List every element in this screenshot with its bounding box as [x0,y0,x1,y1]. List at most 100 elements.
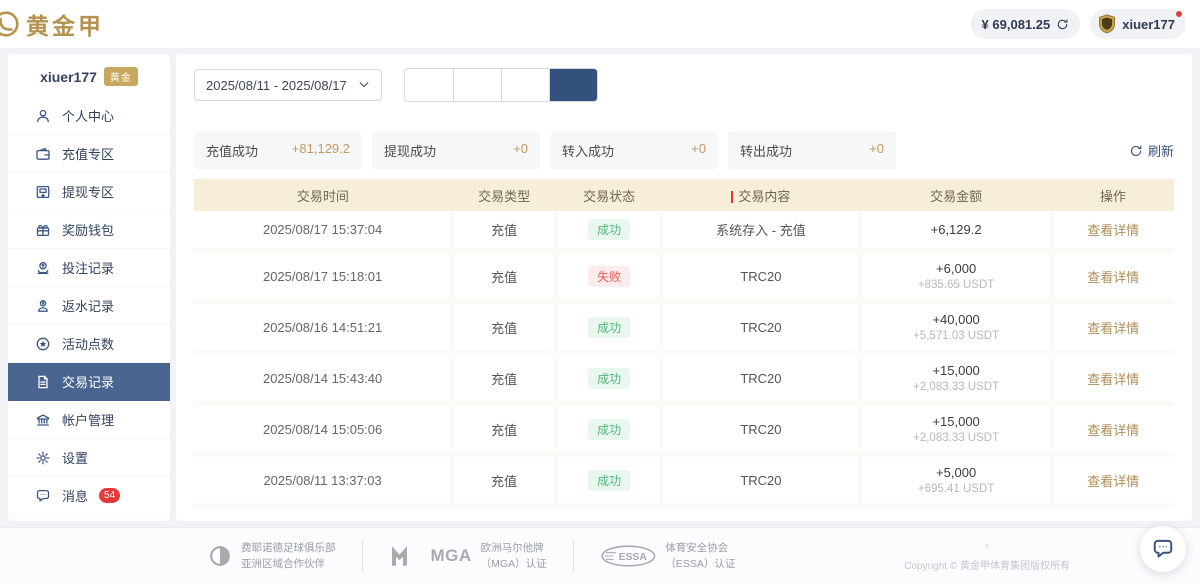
amount-usdt: +5,571.03 USDT [865,330,1048,342]
cell-time: 2025/08/16 14:51:21 [194,302,452,353]
chevron-down-icon [358,79,370,91]
cell-status: 成功 [557,353,662,404]
live-chat-button[interactable] [1140,526,1186,572]
cell-action: 查看详情 [1052,455,1174,506]
cursor-artifact [731,191,733,203]
sidebar-item-icon [35,260,51,276]
amount-usdt: +835.65 USDT [865,279,1048,291]
balance-refresh-icon[interactable] [1056,18,1069,31]
notification-dot [1176,11,1182,17]
stat-label: 提现成功 [384,141,436,160]
sidebar-item-gift[interactable]: 奖励钱包 [8,211,170,249]
sidebar-item-icon [35,184,51,200]
view-details-link[interactable]: 查看详情 [1087,372,1139,387]
stat-label: 转入成功 [562,141,614,160]
amount-main: +15,000 [865,414,1048,429]
cell-time: 2025/08/14 15:05:06 [194,404,452,455]
user-menu[interactable]: xiuer177 [1090,9,1186,39]
sidebar-item-gear[interactable]: 设置 [8,439,170,477]
table-column-header: 交易状态 [557,179,662,211]
cert-logo-icon [208,544,232,568]
amount-main: +40,000 [865,312,1048,327]
date-filter-tab[interactable] [405,69,453,101]
table-column-header: 操作 [1052,179,1174,211]
date-filter-tab[interactable] [549,69,597,101]
view-details-link[interactable]: 查看详情 [1087,321,1139,336]
unread-count-badge: 54 [99,488,120,503]
footer-link-separator: › [985,540,989,552]
date-tabs [404,68,598,102]
sidebar-item-label: 个人中心 [62,106,114,125]
amount-main: +6,129.2 [865,222,1048,237]
sidebar-item-rebate[interactable]: 返水记录 [8,287,170,325]
view-details-link[interactable]: 查看详情 [1087,423,1139,438]
cell-time: 2025/08/14 15:43:40 [194,353,452,404]
date-filter-tab[interactable] [501,69,549,101]
sidebar-item-icon [35,146,51,162]
view-details-link[interactable]: 查看详情 [1087,270,1139,285]
sidebar-item-label: 帐户管理 [62,410,114,429]
stat-label: 充值成功 [206,141,258,160]
copyright-text: Copyright © 黄金甲体育集团版权所有 [904,557,1070,572]
cell-status: 成功 [557,211,662,251]
refresh-button[interactable]: 刷新 [1129,141,1174,160]
sidebar-item-star[interactable]: 活动点数 [8,325,170,363]
view-details-link[interactable]: 查看详情 [1087,474,1139,489]
table-row: 2025/08/17 15:18:01 充值 失败 TRC20 +6,000 +… [194,251,1174,302]
table-column-header: 交易时间 [194,179,452,211]
table-column-header: 交易内容 [662,179,861,211]
sidebar-item-chat[interactable]: 消息 54 [8,477,170,515]
summary-stat: 充值成功 +81,129.2 [194,132,362,169]
cert-logo-text: MGA [431,546,472,566]
transactions-panel: 2025/08/11 - 2025/08/17 充值成功 +81,129.2 提… [176,54,1192,521]
cell-status: 成功 [557,302,662,353]
cell-amount: +15,000 +2,083.33 USDT [860,404,1052,455]
cert-line2: 亚洲区域合作伙伴 [241,558,325,570]
sidebar-item-doc[interactable]: 交易记录 [8,363,170,401]
date-range-select[interactable]: 2025/08/11 - 2025/08/17 [194,69,382,101]
table-row: 2025/08/16 14:51:21 充值 成功 TRC20 +40,000 … [194,302,1174,353]
sidebar-item-label: 充值专区 [62,144,114,163]
sidebar-item-icon [35,450,51,466]
status-badge: 成功 [588,419,630,440]
filter-row: 2025/08/11 - 2025/08/17 [194,68,1174,102]
sidebar-item-label: 设置 [62,448,88,467]
brand-logo-text: 黄金甲 [26,7,104,41]
sidebar-item-bet[interactable]: 投注记录 [8,249,170,287]
date-filter-tab[interactable] [453,69,501,101]
certification-mga: MGA 欧洲马尔他牌（MGA）认证 [362,540,573,573]
sidebar-item-icon [35,488,51,504]
cell-time: 2025/08/17 15:37:04 [194,211,452,251]
content-area: xiuer177 黄金 个人中心 充值专区 提现专区 奖励钱包 投注记录 返水记… [0,48,1200,527]
cell-type: 充值 [452,455,557,506]
balance-amount: ¥ 69,081.25 [982,17,1051,32]
stat-value: +0 [513,141,528,160]
cell-action: 查看详情 [1052,353,1174,404]
cell-time: 2025/08/11 13:37:03 [194,455,452,506]
sidebar-item-bank[interactable]: 帐户管理 [8,401,170,439]
cell-content: TRC20 [662,353,861,404]
svg-text:ESSA: ESSA [618,552,647,563]
sidebar-item-user[interactable]: 个人中心 [8,97,170,135]
status-badge: 成功 [588,470,630,491]
view-details-link[interactable]: 查看详情 [1087,223,1139,238]
transactions-table: 交易时间交易类型交易状态交易内容交易金额操作 2025/08/17 15:37:… [194,179,1174,508]
table-row: 2025/08/11 13:37:03 充值 成功 TRC20 +5,000 +… [194,455,1174,506]
amount-usdt: +695.41 USDT [865,483,1048,495]
sidebar-username: xiuer177 [40,69,97,85]
cell-type: 充值 [452,251,557,302]
sidebar-item-withdraw[interactable]: 提现专区 [8,173,170,211]
sidebar-item-label: 活动点数 [62,334,114,353]
vip-level-badge: 黄金 [104,67,138,86]
sidebar-item-wallet[interactable]: 充值专区 [8,135,170,173]
table-row: 2025/08/14 15:43:40 充值 成功 TRC20 +15,000 … [194,353,1174,404]
cell-time: 2025/08/17 15:18:01 [194,251,452,302]
status-badge: 成功 [588,317,630,338]
amount-main: +15,000 [865,363,1048,378]
brand-logo[interactable]: 黄金甲 [0,7,104,41]
table-column-header: 交易金额 [860,179,1052,211]
cell-status: 成功 [557,404,662,455]
balance-pill[interactable]: ¥ 69,081.25 [971,9,1081,39]
sidebar-menu: 个人中心 充值专区 提现专区 奖励钱包 投注记录 返水记录 活动点数 交易记录 … [8,97,170,515]
status-badge: 失败 [588,266,630,287]
